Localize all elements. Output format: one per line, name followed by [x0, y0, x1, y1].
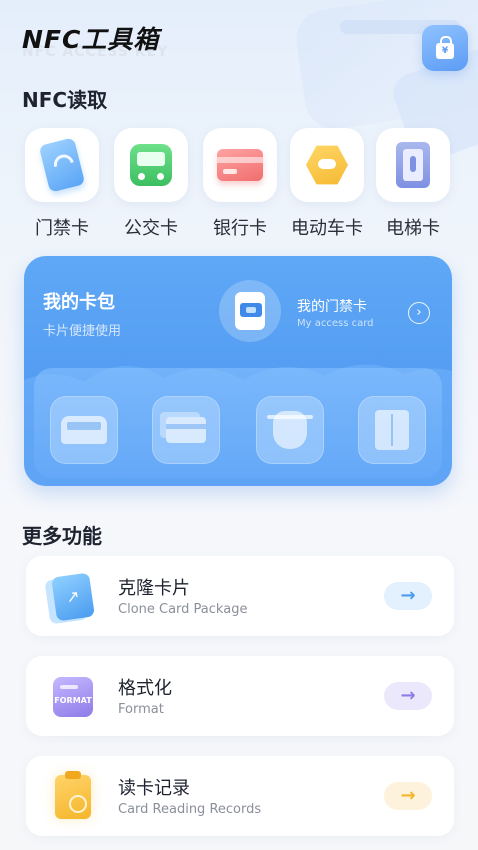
feature-clone-card[interactable]: ↗ 克隆卡片 Clone Card Package →: [26, 556, 454, 636]
wallet-slot-bank[interactable]: [152, 396, 220, 464]
feature-subtitle: Format: [118, 702, 164, 717]
wallet-slot-scooter[interactable]: [256, 396, 324, 464]
feature-title: 克隆卡片: [118, 578, 190, 599]
nfc-item-ebike-card[interactable]: 电动车卡: [289, 128, 365, 240]
nfc-tile: [376, 128, 450, 202]
nfc-item-label: 门禁卡: [35, 218, 89, 239]
wallet-slot-elevator[interactable]: [358, 396, 426, 464]
nfc-item-label: 银行卡: [213, 218, 267, 239]
nfc-item-access-card[interactable]: 门禁卡: [24, 128, 100, 240]
elevator-icon: [396, 142, 430, 188]
bank-card-icon: [166, 417, 206, 443]
nfc-item-bank-card[interactable]: 银行卡: [202, 128, 278, 240]
access-card-icon: [219, 280, 281, 342]
nfc-section-title: NFC读取: [22, 88, 108, 112]
format-icon: FORMAT: [48, 672, 98, 722]
nfc-tile: [25, 128, 99, 202]
nfc-item-label: 公交卡: [124, 218, 178, 239]
app-title: NFC工具箱: [22, 25, 160, 54]
bus-icon: [130, 144, 172, 186]
feature-format[interactable]: FORMAT 格式化 Format →: [26, 656, 454, 736]
feature-subtitle: Clone Card Package: [118, 602, 248, 617]
access-card-english-name: My access card: [297, 318, 374, 329]
clone-card-icon: ↗: [48, 572, 98, 622]
access-card-icon: [38, 137, 86, 193]
bus-card-icon: [61, 416, 107, 444]
feature-title: 格式化: [118, 678, 172, 699]
ebike-icon: [306, 145, 348, 185]
wallet-slot-bus[interactable]: [50, 396, 118, 464]
my-wallet-card[interactable]: 我的卡包 卡片便捷使用 我的门禁卡 My access card ›: [24, 256, 452, 486]
feature-card-reading-records[interactable]: 读卡记录 Card Reading Records →: [26, 756, 454, 836]
nfc-item-bus-card[interactable]: 公交卡: [113, 128, 189, 240]
nfc-tile: [114, 128, 188, 202]
bank-card-icon: [217, 149, 263, 181]
chevron-right-icon[interactable]: ›: [408, 302, 430, 324]
nfc-tile: [203, 128, 277, 202]
feature-title: 读卡记录: [118, 778, 190, 799]
shopping-bag-icon: ¥: [436, 36, 454, 59]
arrow-right-icon[interactable]: →: [384, 782, 432, 810]
access-card-name[interactable]: 我的门禁卡: [297, 296, 367, 316]
arrow-right-icon[interactable]: →: [384, 582, 432, 610]
arrow-right-icon[interactable]: →: [384, 682, 432, 710]
wallet-subtitle: 卡片便捷使用: [43, 324, 122, 339]
feature-subtitle: Card Reading Records: [118, 802, 262, 817]
nfc-tile: [290, 128, 364, 202]
clipboard-clock-icon: [48, 771, 98, 822]
nfc-item-label: 电动车卡: [291, 218, 363, 239]
wallet-button[interactable]: ¥: [422, 25, 468, 71]
elevator-card-icon: [375, 410, 409, 450]
wallet-title: 我的卡包: [43, 292, 115, 313]
nfc-item-label: 电梯卡: [386, 218, 440, 239]
more-section-title: 更多功能: [22, 524, 102, 548]
scooter-card-icon: [267, 411, 313, 449]
nfc-item-elevator-card[interactable]: 电梯卡: [375, 128, 451, 240]
